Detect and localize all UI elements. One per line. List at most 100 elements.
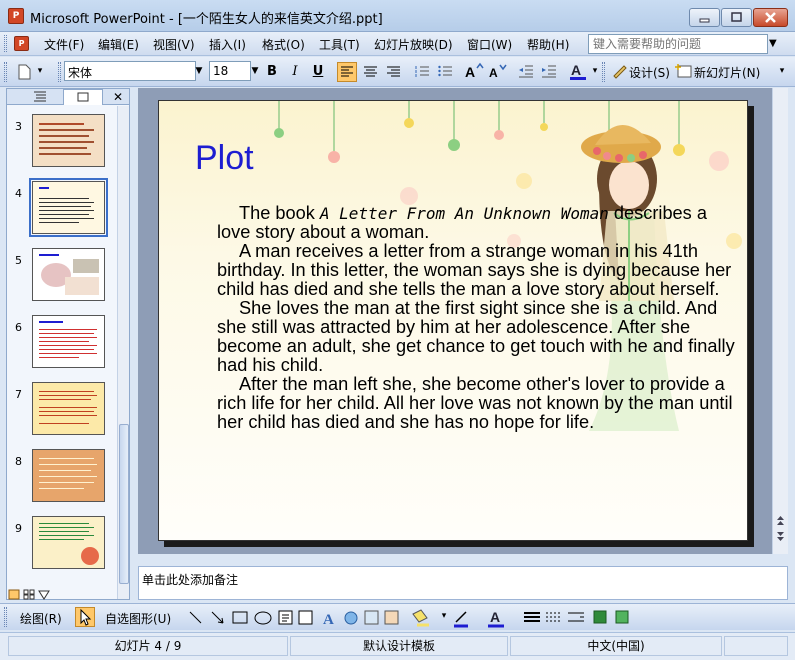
close-pane-button[interactable]: ✕ (111, 89, 125, 105)
align-center-icon (364, 66, 377, 77)
thumbnail-scrollbar[interactable] (117, 106, 129, 599)
font-grip[interactable] (58, 62, 61, 82)
thumbnail-number: 3 (15, 120, 22, 133)
thumbnail-number: 6 (15, 321, 22, 334)
font-name-select[interactable]: 宋体 (64, 61, 196, 81)
slide-sorter-icon (23, 589, 35, 600)
slide-thumbnail-9[interactable] (32, 516, 105, 569)
font-color-dropdown-icon[interactable]: ▾ (589, 62, 601, 80)
close-pane-icon: ✕ (112, 90, 124, 104)
draw-grip[interactable] (4, 607, 7, 627)
design-grip[interactable] (602, 62, 605, 82)
menu-insert[interactable]: 插入(I) (209, 36, 246, 53)
powerpoint-app-icon[interactable]: P (8, 8, 24, 24)
increase-font-icon: A (465, 62, 484, 80)
slide-thumbnail-6[interactable] (32, 315, 105, 368)
language-indicator: 中文(中国) (510, 636, 722, 656)
new-document-icon[interactable] (14, 62, 34, 82)
slide-counter: 幻灯片 4 / 9 (8, 636, 288, 656)
italic-button[interactable]: I (285, 62, 305, 82)
toolbar-grip[interactable] (4, 62, 7, 82)
fill-color-icon (412, 609, 428, 623)
design-button[interactable]: 设计(S) (629, 64, 670, 81)
thumbnail-number: 9 (15, 522, 22, 535)
diagram-icon (344, 611, 358, 625)
thumbnail-number: 5 (15, 254, 22, 267)
menu-view[interactable]: 视图(V) (153, 36, 195, 53)
numbering-button[interactable] (412, 62, 432, 82)
help-dropdown-arrow-icon[interactable]: ▼ (769, 38, 777, 49)
help-search-input[interactable] (588, 34, 768, 54)
notes-pane[interactable]: 单击此处添加备注 (138, 566, 788, 600)
oval-icon (254, 611, 272, 625)
align-center-button[interactable] (360, 62, 380, 82)
underline-button[interactable]: U (308, 62, 328, 82)
status-bar: 幻灯片 4 / 9 默认设计模板 中文(中国) (0, 632, 795, 660)
menu-help[interactable]: 帮助(H) (527, 36, 569, 53)
slide-scrollbar[interactable] (772, 88, 788, 554)
slide-thumbnail-3[interactable] (32, 114, 105, 167)
line-color-icon (455, 611, 467, 623)
p1-prefix: The book (239, 203, 320, 223)
increase-font-size-button[interactable]: A (464, 62, 484, 82)
slide-nav-arrows (777, 516, 784, 541)
arrow-icon (211, 611, 224, 624)
design-template-name[interactable]: 默认设计模板 (290, 636, 508, 656)
menu-format[interactable]: 格式(O) (262, 36, 305, 53)
slide-thumbnail-5[interactable] (32, 248, 105, 301)
document-icon[interactable]: P (14, 36, 29, 51)
formatting-toolbar: ▾ 宋体 ▼ 18 ▼ B I U A A A ▾ 设计(S) 新幻灯片(N) … (0, 57, 795, 87)
font-color-button[interactable]: A (568, 62, 588, 82)
minimize-button[interactable] (689, 8, 720, 27)
font-size-dropdown-icon[interactable]: ▼ (249, 62, 261, 80)
next-slide-icon (777, 532, 784, 541)
increase-indent-button[interactable] (539, 62, 559, 82)
minimize-icon (699, 18, 710, 23)
dash-style-icon (546, 612, 562, 622)
current-slide[interactable]: Plot The book A Letter From An Unknown W… (158, 100, 748, 541)
align-left-button[interactable] (337, 62, 357, 82)
title-bar: P Microsoft PowerPoint - [一个陌生女人的来信英文介绍.… (0, 0, 795, 32)
decrease-font-size-button[interactable]: A (487, 62, 507, 82)
align-left-icon (341, 66, 353, 77)
menu-file[interactable]: 文件(F) (44, 36, 84, 53)
thumbnail-number: 4 (15, 187, 22, 200)
tab-slides[interactable] (63, 89, 103, 105)
wordart-icon: A (323, 612, 334, 628)
bold-button[interactable]: B (262, 62, 282, 82)
menu-window[interactable]: 窗口(W) (467, 36, 512, 53)
thumbnail-number: 8 (15, 455, 22, 468)
menu-slideshow[interactable]: 幻灯片放映(D) (374, 36, 453, 53)
slide-body-text[interactable]: The book A Letter From An Unknown Woman … (217, 204, 737, 432)
menu-tools[interactable]: 工具(T) (319, 36, 360, 53)
new-dropdown-arrow-icon[interactable]: ▾ (34, 62, 46, 80)
select-objects-button[interactable] (75, 607, 95, 627)
new-slide-icon[interactable] (674, 62, 694, 82)
draw-tool-icons: A (189, 609, 429, 628)
menu-grip[interactable] (4, 35, 7, 52)
design-icon[interactable] (610, 62, 630, 82)
svg-text:A: A (489, 66, 498, 80)
previous-slide-icon (777, 516, 784, 525)
3d-style-icon (615, 610, 629, 624)
font-name-dropdown-icon[interactable]: ▼ (193, 62, 205, 80)
maximize-button[interactable] (721, 8, 752, 27)
align-right-button[interactable] (383, 62, 403, 82)
font-size-select[interactable]: 18 (209, 61, 251, 81)
autoshapes-button[interactable]: 自选图形(U) (105, 610, 171, 627)
new-slide-button[interactable]: 新幻灯片(N) (694, 64, 760, 81)
fill-color-dropdown-icon[interactable]: ▾ (438, 607, 450, 625)
slide-thumbnail-7[interactable] (32, 382, 105, 435)
slide-title[interactable]: Plot (195, 139, 254, 178)
decrease-indent-button[interactable] (516, 62, 536, 82)
tab-outline[interactable] (25, 89, 55, 105)
toolbar-options-icon[interactable]: ▾ (776, 62, 788, 80)
thumbnail-scroll-thumb[interactable] (119, 424, 129, 584)
slide-thumbnail-8[interactable] (32, 449, 105, 502)
menu-edit[interactable]: 编辑(E) (98, 36, 139, 53)
slide-thumbnail-4[interactable] (29, 178, 108, 237)
draw-menu-button[interactable]: 绘图(R) (20, 610, 62, 627)
close-button[interactable] (753, 8, 788, 27)
view-buttons (8, 589, 68, 604)
bullets-button[interactable] (435, 62, 455, 82)
